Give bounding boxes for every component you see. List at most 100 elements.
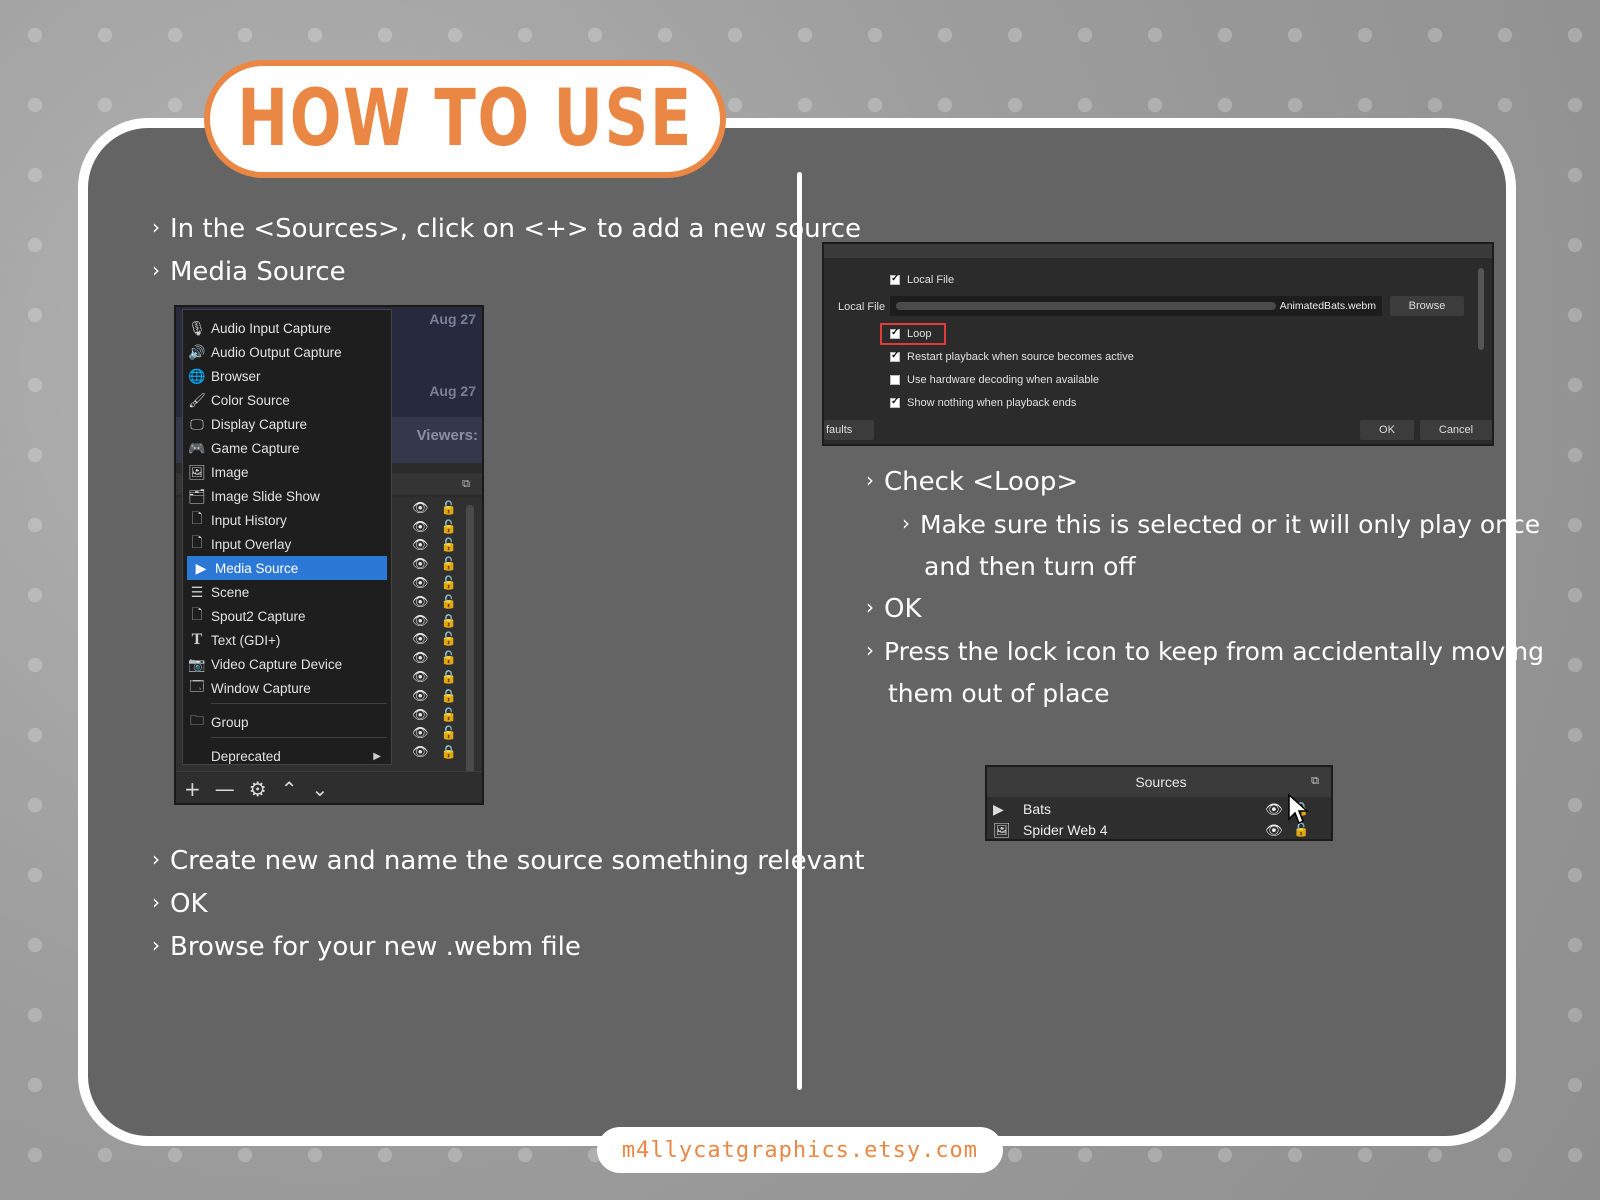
- chevron-right-icon: ›: [902, 511, 910, 535]
- eye-icon[interactable]: 👁: [1265, 822, 1283, 839]
- source-row-spider-web[interactable]: 🖼 Spider Web 4 👁 🔓: [993, 820, 1313, 839]
- mouse-cursor-icon: [1288, 793, 1309, 825]
- menu-item-browser[interactable]: 🌐 Browser: [183, 364, 391, 388]
- eye-icon[interactable]: 👁: [412, 557, 429, 572]
- checkbox[interactable]: [890, 327, 900, 339]
- file-icon: 🗋: [191, 606, 203, 622]
- footer-banner: m4llycatgraphics.etsy.com: [597, 1127, 1003, 1173]
- cancel-button[interactable]: Cancel: [1420, 420, 1492, 440]
- restart-checkbox-row[interactable]: Restart playback when source becomes act…: [890, 350, 1134, 363]
- media-source-properties-screenshot: Local File Local File AnimatedBats.webm …: [822, 242, 1494, 446]
- step-ok-right: › OK: [866, 594, 922, 624]
- remove-source-button[interactable]: —: [215, 779, 235, 799]
- add-source-button[interactable]: +: [184, 779, 201, 799]
- checkbox[interactable]: [890, 350, 900, 362]
- move-down-button[interactable]: ⌄: [311, 779, 328, 799]
- menu-item-window-capture[interactable]: 🗔 Window Capture: [183, 676, 391, 700]
- eye-icon[interactable]: 👁: [412, 708, 429, 723]
- undock-icon[interactable]: ⧉: [1311, 775, 1319, 788]
- eye-icon[interactable]: 👁: [412, 726, 429, 741]
- menu-item-color-source[interactable]: 🖌 Color Source: [183, 388, 391, 412]
- lock-icon[interactable]: 🔒: [441, 670, 457, 685]
- menu-item-text-gdi[interactable]: T Text (GDI+): [183, 628, 391, 652]
- lock-icon[interactable]: 🔓: [441, 557, 457, 572]
- lock-icon[interactable]: 🔒: [441, 689, 457, 704]
- browse-button[interactable]: Browse: [1390, 296, 1464, 316]
- window-icon: 🗔: [189, 678, 205, 694]
- lock-icon[interactable]: 🔓: [441, 520, 457, 535]
- menu-item-audio-input-capture[interactable]: 🎙 Audio Input Capture: [183, 316, 391, 340]
- menu-item-input-history[interactable]: 🗋 Input History: [183, 508, 391, 532]
- eye-hidden-icon[interactable]: 👁: [412, 632, 429, 647]
- menu-item-scene[interactable]: ☰ Scene: [183, 580, 391, 604]
- eye-icon[interactable]: 👁: [1265, 801, 1283, 818]
- menu-item-media-source[interactable]: ▶ Media Source: [187, 556, 387, 580]
- eye-icon[interactable]: 👁: [412, 670, 429, 685]
- sources-scrollbar[interactable]: [466, 505, 474, 775]
- checkbox[interactable]: [890, 375, 900, 385]
- viewers-label: Viewers:: [416, 427, 478, 444]
- eye-hidden-icon[interactable]: 👁: [412, 576, 429, 591]
- lock-icon[interactable]: 🔒: [441, 745, 457, 760]
- shop-url[interactable]: m4llycatgraphics.etsy.com: [622, 1138, 978, 1163]
- defaults-button[interactable]: faults: [824, 420, 874, 440]
- eye-icon[interactable]: 👁: [412, 614, 429, 629]
- menu-item-video-capture-device[interactable]: 📷 Video Capture Device: [183, 652, 391, 676]
- menu-item-spout2-capture[interactable]: 🗋 Spout2 Capture: [183, 604, 391, 628]
- image-icon: 🖼: [993, 821, 1011, 838]
- show-nothing-checkbox-row[interactable]: Show nothing when playback ends: [890, 396, 1076, 409]
- lock-icon[interactable]: 🔓: [441, 576, 457, 591]
- globe-icon: 🌐: [188, 367, 206, 384]
- menu-item-image[interactable]: 🖼 Image: [183, 460, 391, 484]
- lock-icon[interactable]: 🔓: [441, 651, 457, 666]
- step-ok: › OK: [152, 889, 208, 919]
- loop-checkbox-row[interactable]: Loop: [890, 327, 931, 340]
- lock-icon[interactable]: 🔓: [441, 632, 457, 647]
- hw-decoding-checkbox-row[interactable]: Use hardware decoding when available: [890, 374, 1099, 386]
- step-loop-note: › Make sure this is selected or it will o…: [902, 510, 1541, 539]
- folder-icon: 🗀: [190, 712, 204, 728]
- lock-icon[interactable]: 🔓: [441, 708, 457, 723]
- menu-item-input-overlay[interactable]: 🗋 Input Overlay: [183, 532, 391, 556]
- eye-icon[interactable]: 👁: [412, 745, 429, 760]
- menu-item-display-capture[interactable]: 🖵 Display Capture: [183, 412, 391, 436]
- eye-icon[interactable]: 👁: [412, 651, 429, 666]
- dialog-scrollbar[interactable]: [1478, 268, 1484, 350]
- local-file-label: Local File: [838, 301, 886, 313]
- menu-item-deprecated[interactable]: Deprecated ▶: [183, 744, 391, 768]
- lock-icon[interactable]: 🔓: [441, 538, 457, 553]
- chevron-right-icon: ›: [152, 847, 160, 871]
- undock-icon[interactable]: ⧉: [462, 477, 470, 491]
- step-browse: › Browse for your new .webm file: [152, 932, 581, 962]
- menu-item-audio-output-capture[interactable]: 🔊 Audio Output Capture: [183, 340, 391, 364]
- file-path-field[interactable]: AnimatedBats.webm: [890, 296, 1382, 316]
- file-icon: 🗋: [191, 510, 203, 526]
- lock-icon[interactable]: 🔓: [441, 595, 457, 610]
- submenu-arrow-icon: ▶: [373, 750, 381, 762]
- checkbox[interactable]: [890, 273, 900, 285]
- chevron-right-icon: ›: [866, 468, 874, 492]
- chat-date: Aug 27: [429, 311, 476, 327]
- menu-item-game-capture[interactable]: 🎮 Game Capture: [183, 436, 391, 460]
- eye-icon[interactable]: 👁: [412, 595, 429, 610]
- checkbox[interactable]: [890, 396, 900, 408]
- menu-item-image-slide-show[interactable]: 🗂 Image Slide Show: [183, 484, 391, 508]
- move-up-button[interactable]: ⌃: [281, 779, 298, 799]
- eye-icon[interactable]: 👁: [412, 689, 429, 704]
- brush-icon: 🖌: [188, 391, 206, 408]
- lock-icon[interactable]: 🔓: [441, 726, 457, 741]
- eye-icon[interactable]: 👁: [412, 538, 429, 553]
- eye-icon[interactable]: 👁: [412, 520, 429, 535]
- gear-icon[interactable]: ⚙: [249, 779, 267, 799]
- eye-icon[interactable]: 👁: [412, 501, 429, 516]
- step-lock: › Press the lock icon to keep from accide…: [866, 637, 1544, 666]
- source-row-bats[interactable]: ▶ Bats 👁 🔒: [993, 799, 1313, 819]
- ok-button[interactable]: OK: [1360, 420, 1414, 440]
- mic-icon: 🎙: [188, 319, 206, 336]
- lock-icon[interactable]: 🔒: [441, 614, 457, 629]
- slideshow-icon: 🗂: [188, 487, 206, 504]
- menu-item-group[interactable]: 🗀 Group: [183, 710, 391, 734]
- lock-icon[interactable]: 🔓: [441, 501, 457, 516]
- local-file-checkbox-row[interactable]: Local File: [890, 273, 954, 286]
- visibility-lock-column: 👁 🔓 👁 🔓 👁 🔓 👁 🔓 👁 🔓 👁 🔓 👁 🔒 👁 🔓 👁 🔓 👁 🔒 👁 🔒 👁 🔓 👁 🔓 👁…: [412, 499, 472, 762]
